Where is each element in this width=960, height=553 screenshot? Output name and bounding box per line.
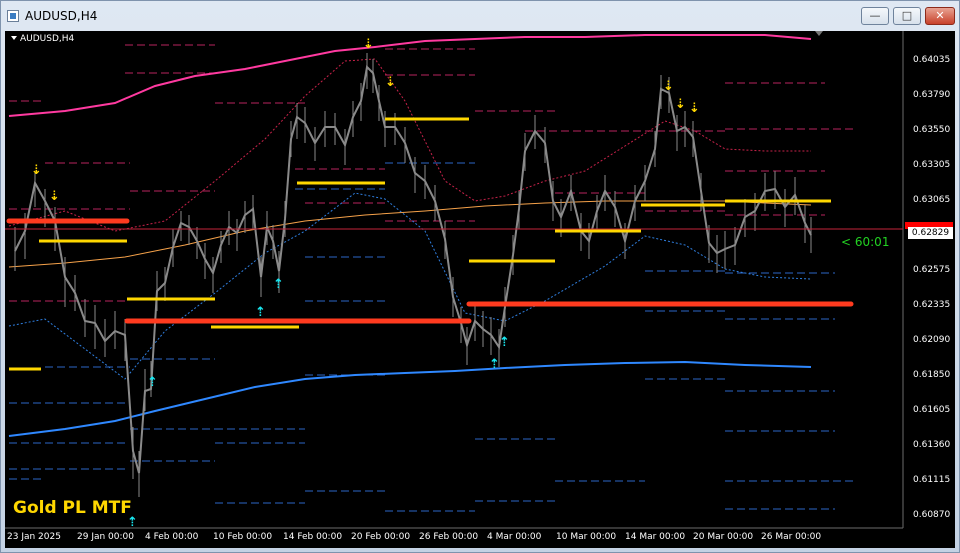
indicator-title: Gold PL MTF (13, 498, 132, 518)
price-tick: 0.63550 (913, 125, 951, 135)
moving-average-line (8, 200, 812, 268)
price-tick: 0.62575 (913, 265, 951, 275)
title-bar[interactable]: AUDUSD,H4 — □ ✕ (1, 1, 959, 31)
price-tick: 0.62090 (913, 335, 951, 345)
sell-arrow-icon: ⇣ (49, 189, 60, 204)
price-tick: 0.64035 (913, 55, 951, 65)
sell-arrow-icon: ⇣ (31, 163, 42, 178)
chart-shift-marker[interactable] (815, 31, 823, 36)
terminal-window: AUDUSD,H4 — □ ✕ AUDUSD,H4 0.64035 0.6379… (0, 0, 960, 553)
time-tick: 10 Mar 00:00 (556, 532, 617, 542)
time-tick: 26 Mar 00:00 (761, 532, 822, 542)
sell-arrow-icon: ⇣ (689, 101, 700, 116)
pivot-levels-magenta (9, 44, 855, 302)
time-tick: 20 Feb 00:00 (351, 532, 411, 542)
sell-arrow-icon: ⇣ (675, 97, 686, 112)
buy-arrow-icon: ⇡ (273, 277, 284, 292)
minimize-button[interactable]: — (861, 7, 889, 25)
window-title: AUDUSD,H4 (25, 9, 98, 23)
time-tick: 10 Feb 00:00 (213, 532, 273, 542)
price-tick: 0.63790 (913, 90, 951, 100)
time-tick: 4 Feb 00:00 (145, 532, 199, 542)
time-tick: 14 Feb 00:00 (283, 532, 343, 542)
price-tick: 0.61115 (913, 475, 951, 485)
sell-arrow-icon: ⇣ (385, 75, 396, 90)
price-tick: 0.61850 (913, 370, 951, 380)
time-tick: 4 Mar 00:00 (487, 532, 542, 542)
candle-countdown: < 60:01 (841, 235, 890, 249)
current-price-label: 0.62829 (908, 227, 953, 239)
price-chart[interactable]: AUDUSD,H4 0.64035 0.63790 0.63550 0.6330… (5, 31, 955, 548)
price-tick: 0.62335 (913, 300, 951, 310)
price-tick: 0.63305 (913, 160, 951, 170)
buy-arrow-icon: ⇡ (127, 515, 138, 530)
price-tick: 0.61360 (913, 440, 951, 450)
buy-arrow-icon: ⇡ (499, 335, 510, 350)
buy-arrow-icon: ⇡ (147, 375, 158, 390)
chart-window-icon[interactable] (7, 10, 19, 22)
time-tick: 20 Mar 00:00 (693, 532, 754, 542)
dropdown-triangle-icon[interactable] (11, 36, 17, 40)
buy-arrow-icon: ⇡ (255, 305, 266, 320)
sell-arrow-icon: ⇣ (363, 37, 374, 52)
buy-arrow-icon: ⇡ (489, 357, 500, 372)
price-tick: 0.60870 (913, 510, 951, 520)
time-tick: 14 Mar 00:00 (625, 532, 686, 542)
symbol-label-text: AUDUSD,H4 (20, 34, 75, 44)
sell-arrow-icon: ⇣ (663, 79, 674, 94)
symbol-label: AUDUSD,H4 (11, 34, 74, 44)
maximize-button[interactable]: □ (893, 7, 921, 25)
time-tick: 26 Feb 00:00 (419, 532, 479, 542)
close-button[interactable]: ✕ (925, 7, 955, 25)
time-tick: 29 Jan 00:00 (77, 532, 134, 542)
time-tick: 23 Jan 2025 (7, 532, 61, 542)
gold-levels (9, 117, 831, 371)
chart-canvas[interactable] (5, 31, 955, 548)
price-tick: 0.61605 (913, 405, 951, 415)
price-tick: 0.63065 (913, 195, 951, 205)
